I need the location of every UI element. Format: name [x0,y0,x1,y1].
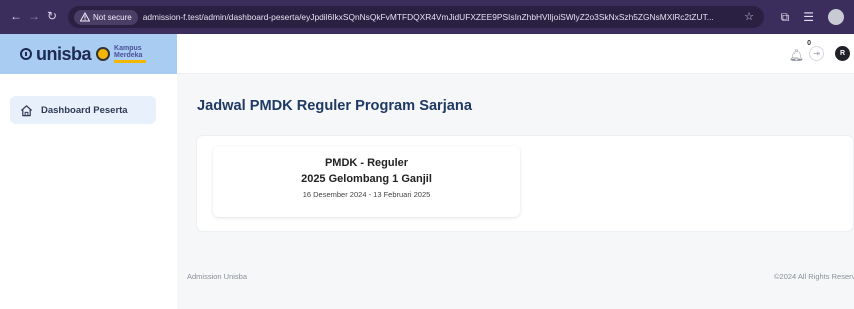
forward-arrow-icon[interactable]: → [26,9,42,23]
footer-copyright: ©2024 All Rights Reserve [774,272,854,281]
sidebar: Dashboard Peserta [0,74,177,309]
bell-icon[interactable]: 🔔︎ [789,48,804,62]
sidebar-item-dashboard-peserta[interactable]: Dashboard Peserta [10,96,156,124]
extensions-icon[interactable]: ⧉ [781,10,790,25]
reload-icon[interactable]: ↻ [44,9,60,23]
km-line1: Kampus [114,45,142,52]
page-title: Jadwal PMDK Reguler Program Sarjana [197,98,472,114]
app-header: 🔔︎ 0 ⇥ R [177,34,854,74]
main-content: Jadwal PMDK Reguler Program Sarjana PMDK… [177,74,854,309]
notification-count: 0 [807,40,811,47]
back-arrow-icon[interactable]: ← [8,9,24,23]
km-strip [114,60,147,63]
unisba-emblem-icon [20,48,32,60]
kampus-merdeka-logo: Kampus Merdeka [114,45,147,63]
brand-logo: unisba [36,43,92,64]
kampus-merdeka-emblem-icon [96,47,111,61]
schedule-title: PMDK - Reguler [324,157,409,169]
url-text[interactable]: admission-f.test/admin/dashboard-peserta… [143,12,751,22]
sidepanel-icon[interactable]: ☰ [803,10,814,24]
footer-brand: Admission Unisba [187,272,248,281]
address-bar[interactable]: Not secure admission-f.test/admin/dashbo… [68,6,764,28]
bookmark-star-icon[interactable]: ☆ [744,10,754,23]
schedule-container: PMDK - Reguler 2025 Gelombang 1 Ganjil 1… [197,136,853,231]
sidebar-item-label: Dashboard Peserta [41,104,128,116]
schedule-subtitle: 2025 Gelombang 1 Ganjil [301,173,432,185]
avatar[interactable]: R [835,46,850,61]
brand-logo-panel: unisba Kampus Merdeka [0,34,177,74]
logout-icon[interactable]: ⇥ [809,46,824,61]
warning-icon [80,12,90,22]
schedule-date-range: 16 Desember 2024 - 13 Februari 2025 [302,190,431,199]
browser-profile-icon[interactable] [828,9,844,25]
not-secure-badge[interactable]: Not secure [74,9,138,25]
schedule-card[interactable]: PMDK - Reguler 2025 Gelombang 1 Ganjil 1… [213,146,520,217]
not-secure-label: Not secure [93,12,132,22]
home-icon [20,104,33,116]
browser-toolbar: ← → ↻ Not secure admission-f.test/admin/… [0,0,854,34]
km-line2: Merdeka [114,52,143,59]
